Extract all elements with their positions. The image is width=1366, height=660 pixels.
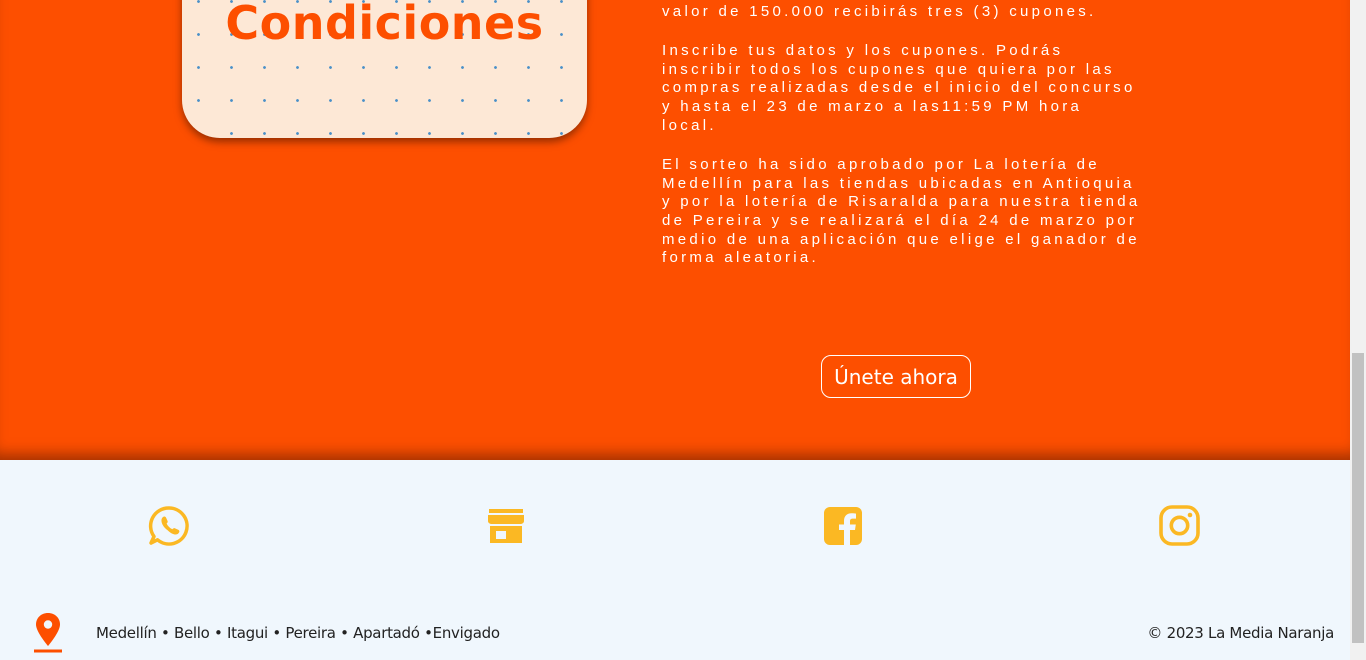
facebook-link[interactable]	[824, 507, 862, 545]
conditions-card: Condiciones	[182, 0, 587, 138]
conditions-section: Condiciones código QR. Por ejemplo, si l…	[0, 0, 1350, 460]
whatsapp-link[interactable]	[148, 505, 190, 547]
store-locations: Medellín • Bello • Itagui • Pereira • Ap…	[96, 624, 500, 642]
terms-text: código QR. Por ejemplo, si la compra es …	[662, 0, 1142, 289]
copyright: © 2023 La Media Naranja	[1147, 624, 1334, 642]
join-now-button[interactable]: Únete ahora	[821, 355, 971, 398]
terms-paragraph: Inscribe tus datos y los cupones. Podrás…	[662, 42, 1136, 134]
store-link[interactable]	[486, 506, 526, 546]
whatsapp-icon	[148, 506, 189, 546]
vertical-scrollbar[interactable]	[1350, 0, 1366, 660]
store-icon	[488, 509, 524, 543]
facebook-icon	[824, 507, 862, 545]
instagram-link[interactable]	[1159, 505, 1200, 546]
instagram-icon	[1159, 505, 1200, 546]
terms-paragraph: El sorteo ha sido aprobado por La loterí…	[662, 156, 1141, 267]
terms-paragraph: código QR. Por ejemplo, si la compra es …	[662, 0, 1097, 20]
scrollbar-thumb[interactable]	[1352, 353, 1364, 643]
location-pin-icon	[33, 612, 63, 654]
card-title: Condiciones	[225, 0, 544, 50]
